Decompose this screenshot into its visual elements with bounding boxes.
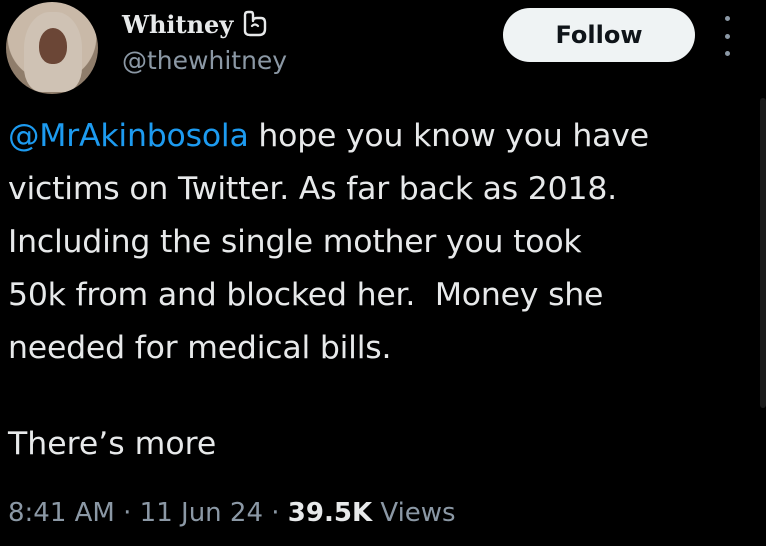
views-label: Views (372, 498, 456, 528)
tweet-date[interactable]: 11 Jun 24 (140, 498, 263, 528)
views-count[interactable]: 39.5K (288, 498, 372, 528)
more-dot-icon (724, 33, 730, 39)
more-dot-icon (724, 51, 730, 56)
avatar[interactable] (6, 2, 98, 94)
loop-badge-icon (244, 10, 267, 37)
tweet-time[interactable]: 8:41 AM (8, 498, 115, 528)
tweet-meta: 8:41 AM · 11 Jun 24 · 39.5K Views (8, 498, 456, 528)
tweet-text: @MrAkinbosola hope you know you have vic… (8, 110, 758, 375)
meta-separator: · (114, 498, 140, 528)
display-name[interactable]: Whitney (122, 10, 233, 39)
more-dot-icon (724, 16, 730, 21)
scrollbar[interactable] (760, 98, 766, 408)
follow-button[interactable]: Follow (503, 8, 695, 62)
mention-link[interactable]: @MrAkinbosola (8, 118, 249, 154)
tweet-body: hope you know you have victims on Twitte… (8, 118, 649, 366)
avatar-face (39, 28, 67, 64)
author-handle[interactable]: @thewhitney (122, 46, 287, 75)
more-vertical-icon[interactable] (718, 16, 736, 56)
tweet-extra-paragraph: There’s more (8, 426, 217, 462)
display-name-row: Whitney (122, 4, 269, 44)
meta-separator: · (263, 498, 288, 528)
